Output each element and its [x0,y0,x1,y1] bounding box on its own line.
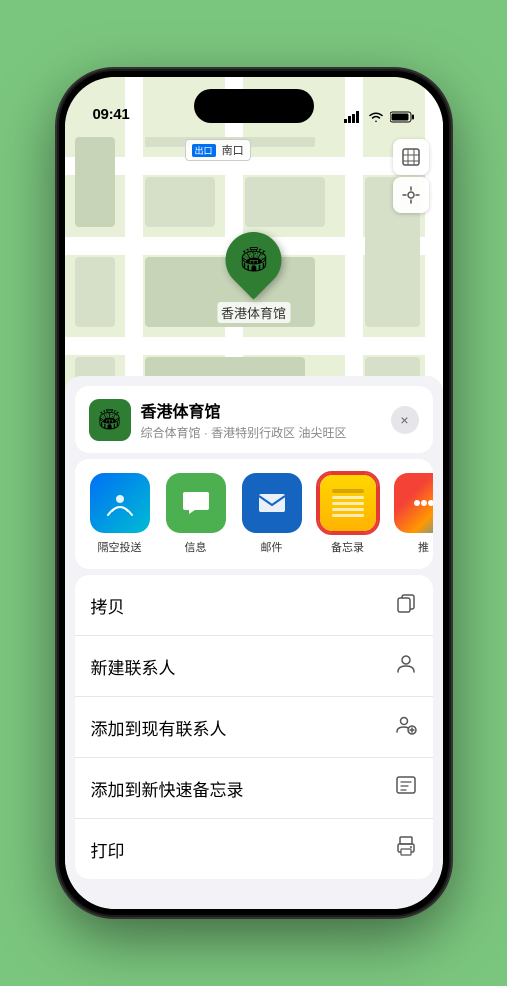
share-item-airdrop[interactable]: 隔空投送 [85,473,155,555]
status-time: 09:41 [93,106,130,123]
map-label-badge: 出口 [192,144,216,157]
location-info: 香港体育馆 综合体育馆 · 香港特别行政区 油尖旺区 [141,398,347,441]
action-list: 拷贝 新建联系人 [75,575,433,879]
map-controls [393,139,429,213]
marker-pin-icon: 🏟 [238,246,268,275]
airdrop-label: 隔空投送 [98,539,142,555]
action-add-contact[interactable]: 添加到现有联系人 [75,697,433,758]
notes-line-5 [332,514,364,517]
notes-line-1 [332,489,364,493]
more-label: 推 [418,539,429,555]
location-button[interactable] [393,177,429,213]
phone-frame: 09:41 [59,71,449,915]
map-label: 出口 南口 [185,139,251,161]
map-block [145,177,215,227]
bottom-sheet: 🏟 香港体育馆 综合体育馆 · 香港特别行政区 油尖旺区 × [65,376,443,909]
map-block [245,177,325,227]
notes-line-2 [332,496,364,499]
battery-icon [390,111,415,123]
action-new-contact-label: 新建联系人 [91,654,176,679]
more-icon [394,473,433,533]
share-item-mail[interactable]: 邮件 [237,473,307,555]
dynamic-island [194,89,314,123]
map-block [75,257,115,327]
share-row: 隔空投送 信息 [75,459,433,569]
signal-icon [344,111,362,123]
airdrop-icon [90,473,150,533]
quick-note-icon [395,774,417,802]
stadium-marker: 🏟 香港体育馆 [217,232,290,323]
location-subtitle: 综合体育馆 · 香港特别行政区 油尖旺区 [141,424,347,441]
message-icon [166,473,226,533]
action-print-label: 打印 [91,837,125,862]
mail-icon [242,473,302,533]
map-block [75,137,115,227]
action-print[interactable]: 打印 [75,819,433,879]
action-add-contact-label: 添加到现有联系人 [91,715,227,740]
marker-pin: 🏟 [214,220,293,299]
add-contact-icon [395,713,417,741]
notes-label: 备忘录 [331,539,364,555]
notes-icon-inner [320,475,376,531]
share-item-message[interactable]: 信息 [161,473,231,555]
action-copy-label: 拷贝 [91,593,125,618]
location-name: 香港体育馆 [141,398,347,422]
map-label-text: 南口 [222,145,244,157]
print-icon [395,835,417,863]
location-venue-icon: 🏟 [89,399,131,441]
mail-label: 邮件 [261,539,283,555]
location-card: 🏟 香港体育馆 综合体育馆 · 香港特别行政区 油尖旺区 × [75,386,433,453]
action-new-contact[interactable]: 新建联系人 [75,636,433,697]
close-button[interactable]: × [391,406,419,434]
message-label: 信息 [185,539,207,555]
notes-line-3 [332,502,364,505]
marker-label: 香港体育馆 [217,302,290,323]
location-left: 🏟 香港体育馆 综合体育馆 · 香港特别行政区 油尖旺区 [89,398,347,441]
share-item-notes[interactable]: 备忘录 [313,473,383,555]
status-icons [344,111,415,123]
notes-line-4 [332,508,364,511]
map-road [65,157,443,175]
action-quick-note-label: 添加到新快速备忘录 [91,776,244,801]
wifi-icon [368,111,384,123]
map-road [65,337,443,355]
new-contact-icon [395,652,417,680]
copy-icon [395,591,417,619]
share-item-more[interactable]: 推 [389,473,433,555]
notes-icon [318,473,378,533]
action-copy[interactable]: 拷贝 [75,575,433,636]
action-quick-note[interactable]: 添加到新快速备忘录 [75,758,433,819]
phone-screen: 09:41 [65,77,443,909]
map-type-button[interactable] [393,139,429,175]
